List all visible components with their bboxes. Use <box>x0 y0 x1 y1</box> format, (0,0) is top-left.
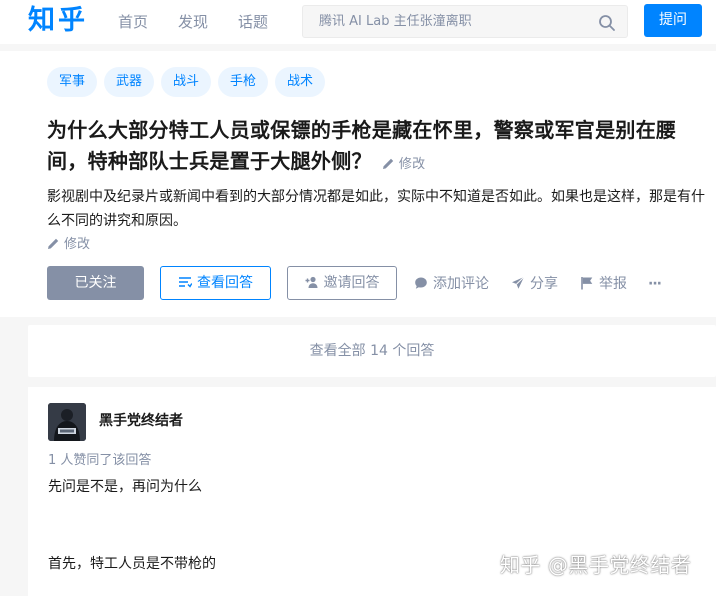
avatar-image <box>48 403 86 441</box>
edit-description-link[interactable]: 修改 <box>47 236 90 254</box>
watermark: 知乎 @黑手党终结者 <box>500 553 692 577</box>
author-avatar[interactable] <box>48 403 86 441</box>
ask-question-button[interactable]: 提问 <box>644 4 702 37</box>
question-title-text: 为什么大部分特工人员或保镖的手枪是藏在怀里，警察或军官是别在腰间，特种部队士兵是… <box>47 118 677 173</box>
topic-tag-weapons[interactable]: 武器 <box>104 67 155 97</box>
share-icon <box>512 276 525 289</box>
pencil-icon <box>382 158 394 169</box>
invite-answer-button[interactable]: 邀请回答 <box>287 266 397 300</box>
topic-tag-military[interactable]: 军事 <box>47 67 98 97</box>
more-icon[interactable]: ··· <box>648 275 662 293</box>
answer-card: 黑手党终结者 1 人赞同了该回答 先问是不是，再问为什么 首先，特工人员是不带枪… <box>28 387 716 596</box>
comment-icon <box>415 277 427 289</box>
vote-count: 1 人赞同了该回答 <box>48 453 152 468</box>
report-button[interactable]: 举报 <box>580 275 627 293</box>
flag-icon <box>581 277 593 290</box>
list-icon <box>179 277 192 288</box>
edit-title-link[interactable]: 修改 <box>382 157 426 172</box>
share-button[interactable]: 分享 <box>511 275 558 293</box>
add-comment-label: 添加评论 <box>433 276 489 292</box>
invite-answer-label: 邀请回答 <box>323 275 380 291</box>
view-answers-button[interactable]: 查看回答 <box>160 266 271 300</box>
add-comment-button[interactable]: 添加评论 <box>414 275 489 293</box>
question-description: 影视剧中及纪录片或新闻中看到的大部分情况都是如此，实际中不知道是否如此。如果也是… <box>47 189 705 229</box>
pencil-icon <box>48 238 59 249</box>
topic-tag-tactics[interactable]: 战术 <box>275 67 326 97</box>
topic-tag-pistol[interactable]: 手枪 <box>218 67 269 97</box>
search-box[interactable]: 腾讯 AI Lab 主任张潼离职 <box>302 5 628 38</box>
nav-home[interactable]: 首页 <box>118 12 148 32</box>
nav-topics[interactable]: 话题 <box>238 12 268 32</box>
edit-title-label: 修改 <box>398 157 426 172</box>
search-icon[interactable] <box>598 14 616 32</box>
follow-button[interactable]: 已关注 <box>47 266 144 300</box>
question-title: 为什么大部分特工人员或保镖的手枪是藏在怀里，警察或军官是别在腰间，特种部队士兵是… <box>47 115 713 180</box>
share-label: 分享 <box>530 276 558 292</box>
add-user-icon <box>305 276 317 288</box>
answer-paragraph: 首先，特工人员是不带枪的 <box>48 556 216 572</box>
author-name[interactable]: 黑手党终结者 <box>99 412 183 430</box>
nav-explore[interactable]: 发现 <box>178 12 208 32</box>
view-all-answers-button[interactable]: 查看全部 14 个回答 <box>28 325 716 377</box>
top-navbar: 知乎 首页 发现 话题 腾讯 AI Lab 主任张潼离职 提问 <box>0 0 716 44</box>
answer-paragraph: 先问是不是，再问为什么 <box>48 479 202 495</box>
zhihu-logo[interactable]: 知乎 <box>28 4 88 38</box>
report-label: 举报 <box>599 276 627 292</box>
search-input[interactable]: 腾讯 AI Lab 主任张潼离职 <box>319 13 472 31</box>
view-answers-label: 查看回答 <box>197 275 253 291</box>
edit-description-label: 修改 <box>64 237 91 252</box>
question-card: 军事 武器 战斗 手枪 战术 为什么大部分特工人员或保镖的手枪是藏在怀里，警察或… <box>0 51 716 317</box>
topic-tag-combat[interactable]: 战斗 <box>161 67 212 97</box>
